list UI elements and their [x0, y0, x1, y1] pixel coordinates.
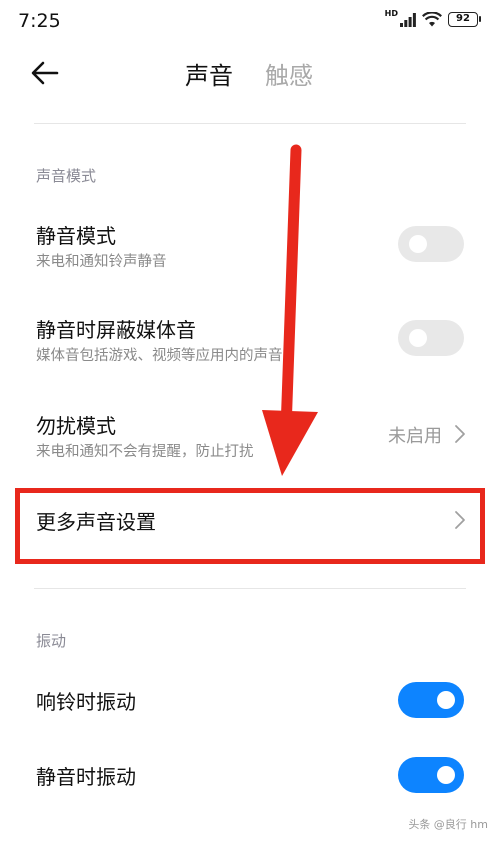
- tab-haptic[interactable]: 触感: [265, 56, 313, 91]
- toggle-knob: [409, 235, 427, 253]
- toggle-knob: [409, 329, 427, 347]
- back-button[interactable]: [30, 58, 70, 88]
- section-title-vibration: 振动: [36, 632, 67, 650]
- row-mute-media-when-silent[interactable]: 静音时屏蔽媒体音 媒体音包括游戏、视频等应用内的声音: [0, 304, 500, 380]
- status-time: 7:25: [18, 10, 61, 32]
- section-divider: [34, 588, 466, 589]
- section-title-sound-mode: 声音模式: [36, 167, 97, 185]
- silent-mode-toggle[interactable]: [398, 226, 464, 262]
- row-subtitle: 来电和通知不会有提醒，防止打扰: [36, 444, 254, 460]
- tab-sound[interactable]: 声音: [185, 56, 233, 91]
- chevron-right-icon: [455, 425, 465, 443]
- header-divider: [34, 123, 466, 124]
- toggle-knob: [437, 766, 455, 784]
- mute-media-toggle[interactable]: [398, 320, 464, 356]
- row-do-not-disturb[interactable]: 勿扰模式 来电和通知不会有提醒，防止打扰 未启用: [0, 400, 500, 476]
- row-subtitle: 来电和通知铃声静音: [36, 254, 167, 270]
- highlight-box: [15, 488, 485, 564]
- header: 声音 触感: [0, 44, 500, 106]
- row-title: 静音模式: [36, 224, 116, 248]
- watermark: 头条 @良行 hm: [408, 818, 488, 831]
- vibrate-on-ring-toggle[interactable]: [398, 682, 464, 718]
- row-title: 静音时振动: [36, 765, 136, 789]
- back-arrow-icon: [31, 61, 59, 85]
- toggle-knob: [437, 691, 455, 709]
- wifi-icon: [422, 12, 442, 27]
- row-title: 响铃时振动: [36, 690, 136, 714]
- row-vibrate-on-ring[interactable]: 响铃时振动: [0, 670, 500, 732]
- status-icons: HD 92: [384, 8, 481, 27]
- row-title: 静音时屏蔽媒体音: [36, 318, 196, 342]
- cellular-signal-icon: [400, 12, 416, 27]
- row-subtitle: 媒体音包括游戏、视频等应用内的声音: [36, 348, 283, 364]
- vibrate-when-silent-toggle[interactable]: [398, 757, 464, 793]
- battery-indicator: 92: [448, 12, 481, 27]
- status-bar: 7:25 HD 92: [0, 0, 500, 44]
- row-silent-mode[interactable]: 静音模式 来电和通知铃声静音: [0, 210, 500, 286]
- hd-badge: HD: [384, 8, 398, 18]
- row-title: 勿扰模式: [36, 414, 116, 438]
- row-vibrate-when-silent[interactable]: 静音时振动: [0, 745, 500, 807]
- dnd-status-value: 未启用: [388, 426, 442, 447]
